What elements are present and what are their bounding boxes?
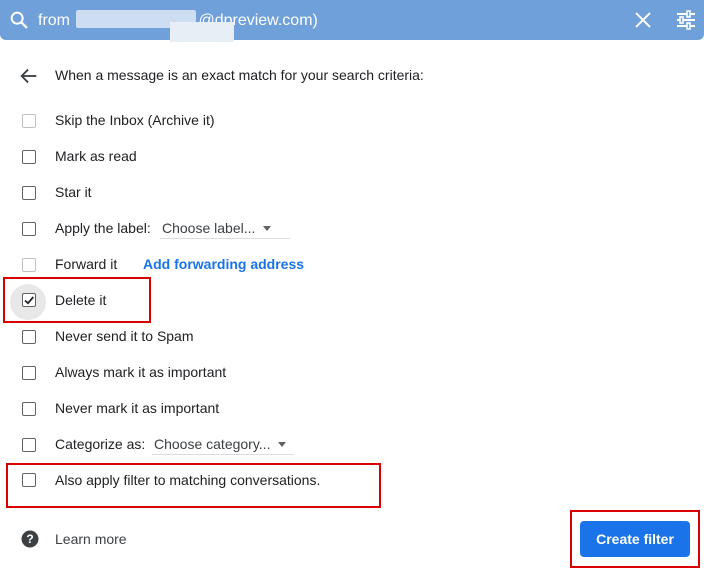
create-filter-button[interactable]: Create filter [580, 521, 690, 557]
redacted-text [170, 22, 234, 42]
option-label: Never mark it as important [55, 400, 220, 416]
option-always-important: Always mark it as important [0, 354, 704, 390]
learn-more-link[interactable]: Learn more [55, 531, 127, 547]
never-spam-checkbox[interactable] [22, 330, 36, 344]
dropdown-underline [160, 238, 290, 239]
search-bar: from @dpreview.com) [0, 0, 704, 42]
choose-label-dropdown[interactable]: Choose label... [162, 220, 272, 236]
help-icon[interactable]: ? [20, 529, 40, 549]
search-options-icon[interactable] [674, 8, 698, 32]
highlight-box-apply-matching [6, 463, 381, 508]
option-label: Mark as read [55, 148, 137, 164]
highlight-box-delete [3, 277, 151, 323]
option-label: Never send it to Spam [55, 328, 194, 344]
svg-text:?: ? [26, 532, 33, 546]
always-important-checkbox[interactable] [22, 366, 36, 380]
apply-label-checkbox[interactable] [22, 222, 36, 236]
choose-category-dropdown[interactable]: Choose category... [154, 436, 287, 452]
option-label: Forward it [55, 256, 118, 272]
search-query-prefix: from [38, 12, 70, 29]
filter-criteria-heading: When a message is an exact match for you… [55, 67, 424, 83]
forward-it-checkbox[interactable] [22, 258, 36, 272]
option-categorize: Categorize as: Choose category... [0, 426, 704, 462]
categorize-checkbox[interactable] [22, 438, 36, 452]
option-never-important: Never mark it as important [0, 390, 704, 426]
dropdown-value: Choose category... [154, 436, 271, 452]
chevron-down-icon [263, 226, 272, 231]
option-label: Skip the Inbox (Archive it) [55, 112, 215, 128]
search-icon[interactable] [8, 9, 30, 31]
add-forwarding-address-link[interactable]: Add forwarding address [143, 256, 304, 272]
mark-as-read-checkbox[interactable] [22, 150, 36, 164]
option-star-it: Star it [0, 174, 704, 210]
option-apply-label: Apply the label: Choose label... [0, 210, 704, 246]
option-skip-inbox: Skip the Inbox (Archive it) [0, 102, 704, 138]
never-important-checkbox[interactable] [22, 402, 36, 416]
option-never-spam: Never send it to Spam [0, 318, 704, 354]
dropdown-underline [152, 454, 294, 455]
skip-inbox-checkbox[interactable] [22, 114, 36, 128]
chevron-down-icon [278, 442, 287, 447]
dropdown-value: Choose label... [162, 220, 256, 236]
option-mark-as-read: Mark as read [0, 138, 704, 174]
option-label: Categorize as: [55, 436, 146, 452]
option-label: Apply the label: [55, 220, 151, 236]
option-label: Always mark it as important [55, 364, 227, 380]
star-it-checkbox[interactable] [22, 186, 36, 200]
option-label: Star it [55, 184, 92, 200]
close-icon[interactable] [632, 9, 654, 31]
back-arrow-icon[interactable] [18, 65, 40, 87]
